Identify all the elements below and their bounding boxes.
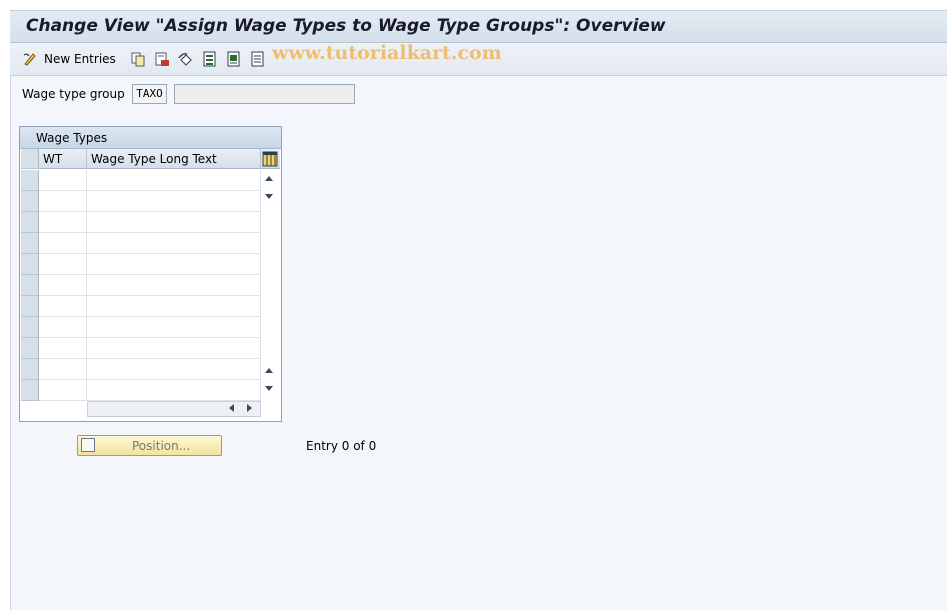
row-selector[interactable] — [21, 359, 39, 380]
cell-wt[interactable] — [39, 338, 87, 359]
position-icon — [81, 438, 95, 452]
undo-change-button[interactable] — [178, 49, 194, 69]
cell-long-text[interactable] — [87, 254, 261, 275]
cell-long-text[interactable] — [87, 359, 261, 380]
deselect-all-icon — [250, 51, 266, 67]
select-block-button[interactable] — [226, 49, 242, 69]
cell-wt[interactable] — [39, 254, 87, 275]
cell-long-text[interactable] — [87, 233, 261, 254]
scroll-right-icon[interactable] — [247, 404, 252, 412]
cell-long-text[interactable] — [87, 317, 261, 338]
vertical-scrollbar[interactable] — [261, 170, 279, 400]
select-all-button[interactable] — [202, 49, 218, 69]
cell-long-text[interactable] — [87, 191, 261, 212]
table-settings-icon — [262, 151, 278, 167]
horizontal-scrollbar[interactable] — [87, 401, 261, 417]
page-title: Change View "Assign Wage Types to Wage T… — [26, 16, 666, 36]
row-selector[interactable] — [21, 170, 39, 191]
wage-type-group-label: Wage type group — [22, 87, 125, 101]
cell-wt[interactable] — [39, 233, 87, 254]
deselect-all-button[interactable] — [250, 49, 266, 69]
position-button-label: Position... — [132, 439, 191, 453]
watermark: www.tutorialkart.com — [272, 42, 502, 64]
scroll-up-icon[interactable] — [265, 176, 273, 181]
row-selector[interactable] — [21, 191, 39, 212]
cell-long-text[interactable] — [87, 212, 261, 233]
cell-wt[interactable] — [39, 380, 87, 401]
row-selector[interactable] — [21, 296, 39, 317]
row-selector[interactable] — [21, 275, 39, 296]
cell-wt[interactable] — [39, 275, 87, 296]
cell-wt[interactable] — [39, 212, 87, 233]
row-selector[interactable] — [21, 254, 39, 275]
entry-status: Entry 0 of 0 — [306, 439, 377, 453]
display-change-icon — [22, 51, 38, 67]
row-selector[interactable] — [21, 212, 39, 233]
select-all-rows-handle[interactable] — [21, 149, 39, 169]
scroll-page-down-icon[interactable] — [265, 194, 273, 199]
table-settings-button[interactable] — [261, 149, 280, 169]
cell-wt[interactable] — [39, 359, 87, 380]
select-block-icon — [226, 51, 242, 67]
row-selector[interactable] — [21, 380, 39, 401]
delete-button[interactable] — [154, 49, 170, 69]
copy-as-button[interactable] — [130, 49, 146, 69]
table-title-bar: Wage Types — [20, 127, 281, 149]
cell-wt[interactable] — [39, 296, 87, 317]
table-title: Wage Types — [36, 131, 108, 145]
new-entries-label: New Entries — [44, 52, 116, 66]
scroll-page-up-icon[interactable] — [265, 368, 273, 373]
new-entries-button[interactable]: New Entries — [22, 49, 116, 69]
column-header-wt[interactable]: WT — [39, 149, 87, 169]
select-all-icon — [202, 51, 218, 67]
cell-long-text[interactable] — [87, 170, 261, 191]
row-selector[interactable] — [21, 338, 39, 359]
position-button[interactable]: Position... — [77, 435, 222, 456]
wage-type-group-field[interactable]: TAXO — [132, 84, 167, 104]
title-bar: Change View "Assign Wage Types to Wage T… — [10, 10, 947, 43]
wage-type-group-description — [174, 84, 355, 104]
column-header-long-text[interactable]: Wage Type Long Text — [87, 149, 261, 169]
cell-long-text[interactable] — [87, 380, 261, 401]
cell-long-text[interactable] — [87, 296, 261, 317]
row-selector[interactable] — [21, 317, 39, 338]
cell-wt[interactable] — [39, 170, 87, 191]
wage-types-table: Wage Types WT Wage Type Long Text — [19, 126, 282, 422]
row-selector[interactable] — [21, 233, 39, 254]
scroll-down-icon[interactable] — [265, 386, 273, 391]
delete-icon — [154, 51, 170, 67]
cell-wt[interactable] — [39, 317, 87, 338]
undo-change-icon — [178, 51, 194, 67]
cell-long-text[interactable] — [87, 338, 261, 359]
cell-wt[interactable] — [39, 191, 87, 212]
scroll-left-icon[interactable] — [229, 404, 234, 412]
cell-long-text[interactable] — [87, 275, 261, 296]
copy-as-icon — [130, 51, 146, 67]
